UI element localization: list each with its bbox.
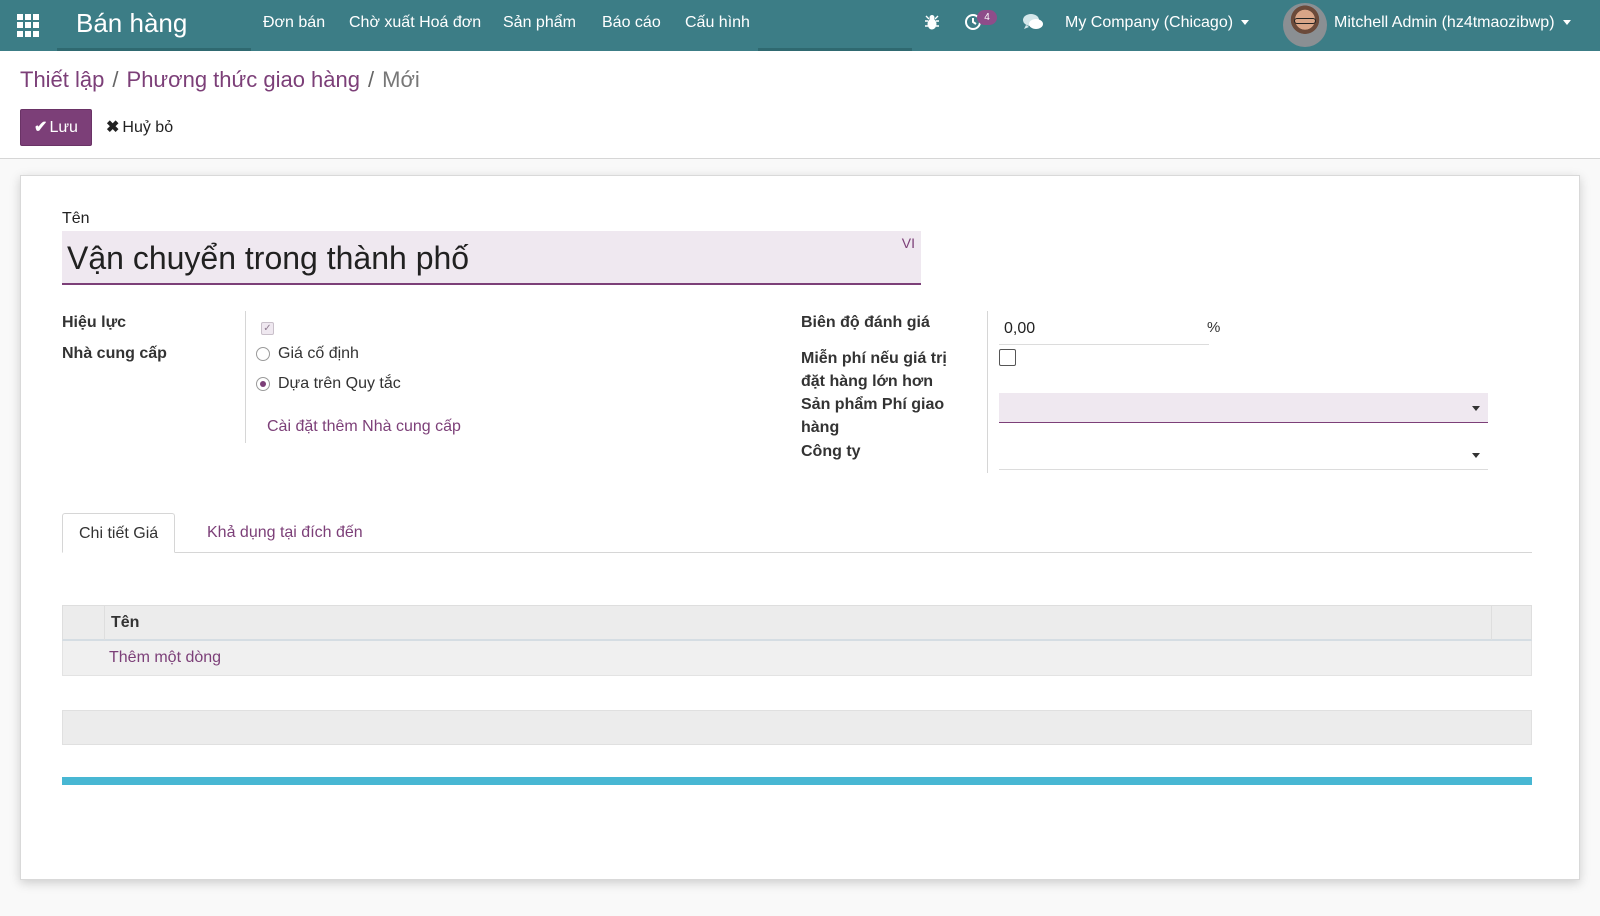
chevron-down-icon [1241, 20, 1250, 26]
table-header-handle-cell [63, 606, 105, 640]
close-icon: ✖ [106, 119, 120, 136]
free-over-label-1: Miễn phí nếu giá trị [801, 350, 947, 367]
radio-based-on-rules-label: Dựa trên Quy tắc [278, 375, 401, 392]
active-checkbox[interactable]: ✓ [261, 322, 274, 335]
breadcrumb-separator: / [112, 67, 119, 92]
menu-san-pham[interactable]: Sản phẩm [503, 13, 576, 33]
chevron-down-icon [1562, 20, 1571, 26]
save-label: Lưu [49, 119, 78, 136]
user-menu[interactable]: Mitchell Admin (hz4tmaozibwp) [1334, 13, 1571, 33]
company-name: My Company (Chicago) [1065, 14, 1234, 31]
field-divider [987, 311, 988, 473]
control-panel: Thiết lập / Phương thức giao hàng / Mới ✔ Lưu… [0, 51, 1600, 159]
breadcrumb-settings[interactable]: Thiết lập [20, 67, 104, 92]
chevron-down-icon [1472, 406, 1480, 411]
chat-icon[interactable] [1022, 13, 1044, 36]
menu-cho-xuat-hoa-don[interactable]: Chờ xuất Hoá đơn [349, 13, 481, 33]
cancel-label: Huỷ bỏ [122, 119, 174, 136]
breadcrumb-current: Mới [382, 67, 420, 92]
company-switcher[interactable]: My Company (Chicago) [1065, 13, 1250, 33]
avatar-glasses [1294, 18, 1316, 24]
language-toggle[interactable]: VI [902, 234, 915, 252]
breadcrumb: Thiết lập / Phương thức giao hàng / Mới [20, 66, 420, 94]
radio-based-on-rules[interactable] [256, 377, 270, 391]
form-sheet: Tên Vận chuyển trong thành phố VI Hiệu l… [20, 175, 1580, 880]
apps-grid-icon[interactable] [17, 13, 41, 37]
radio-fixed-price-label: Giá cố định [278, 345, 359, 362]
name-label: Tên [62, 210, 90, 227]
table-header-actions-cell [1491, 606, 1531, 640]
menu-don-ban[interactable]: Đơn bán [263, 13, 325, 33]
free-over-label-2: đặt hàng lớn hơn [801, 373, 934, 390]
margin-unit: % [1207, 319, 1221, 336]
breadcrumb-separator: / [368, 67, 375, 92]
chevron-down-icon [1472, 453, 1480, 458]
add-line-link[interactable]: Thêm một dòng [109, 648, 221, 668]
delivery-product-label-2: hàng [801, 419, 840, 436]
check-icon: ✔ [34, 119, 48, 136]
cancel-button[interactable]: ✖ Huỷ bỏ [106, 109, 173, 146]
delivery-product-label-1: Sản phẩm Phí giao [801, 396, 945, 413]
app-brand[interactable]: Bán hàng [76, 7, 187, 39]
table-footer [62, 710, 1532, 745]
name-value: Vận chuyển trong thành phố [67, 240, 470, 276]
save-button[interactable]: ✔ Lưu [20, 109, 92, 146]
margin-input[interactable]: 0,00 [999, 315, 1209, 345]
menu-cau-hinh[interactable]: Cấu hình [685, 13, 750, 33]
radio-fixed-price[interactable] [256, 347, 270, 361]
top-navbar: Bán hàng Đơn bán Chờ xuất Hoá đơn Sản ph… [0, 0, 1600, 51]
progress-bar [62, 777, 1532, 785]
install-more-providers-link[interactable]: Cài đặt thêm Nhà cung cấp [267, 417, 461, 437]
activity-count-badge: 4 [977, 10, 997, 25]
tab-pricing[interactable]: Chi tiết Giá [62, 513, 176, 553]
menu-bao-cao[interactable]: Báo cáo [602, 13, 661, 33]
company-select[interactable] [999, 440, 1488, 470]
active-label: Hiệu lực [62, 314, 127, 331]
user-name: Mitchell Admin (hz4tmaozibwp) [1334, 14, 1555, 31]
free-over-checkbox[interactable] [999, 349, 1016, 366]
delivery-product-select[interactable] [999, 393, 1488, 423]
table-add-row: Thêm một dòng [62, 641, 1532, 676]
provider-label: Nhà cung cấp [62, 345, 167, 362]
table-header: Tên [62, 605, 1532, 641]
tab-destination-availability[interactable]: Khả dụng tại đích đến [191, 513, 379, 553]
column-header-name[interactable]: Tên [111, 613, 139, 633]
bug-icon[interactable] [924, 13, 940, 36]
company-label: Công ty [801, 443, 861, 460]
avatar[interactable] [1283, 3, 1327, 47]
margin-label: Biên độ đánh giá [801, 314, 930, 331]
name-field[interactable]: Vận chuyển trong thành phố VI [62, 231, 921, 285]
breadcrumb-delivery-methods[interactable]: Phương thức giao hàng [127, 67, 360, 92]
field-divider [245, 311, 246, 443]
